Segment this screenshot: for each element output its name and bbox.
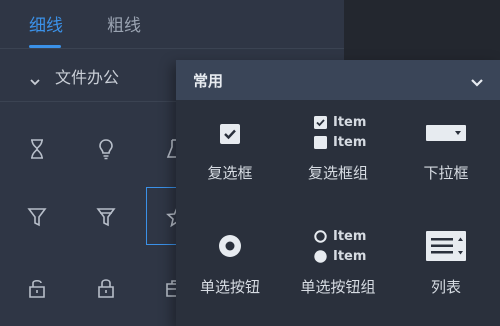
component-label: 复选框组 — [307, 164, 368, 182]
unlock-icon[interactable] — [25, 276, 49, 300]
checkbox-group-option: Item — [314, 135, 366, 150]
component-label: 下拉框 — [423, 164, 469, 182]
list-icon — [426, 231, 466, 265]
checkbox-group-icon: Item — [314, 115, 366, 130]
component-checkbox-group[interactable]: Item Item 复选框组 — [284, 100, 392, 210]
option-label: Item — [333, 229, 367, 244]
component-dropdown[interactable]: 下拉框 — [392, 100, 500, 210]
popup-header[interactable]: 常用 — [176, 60, 500, 100]
dropdown-icon — [426, 125, 466, 145]
component-list[interactable]: 列表 — [392, 210, 500, 326]
chevron-down-icon[interactable] — [470, 73, 484, 92]
common-components-popup: 常用 复选框 Item Item 复选框组 下拉框 单选按钮 Item Item… — [176, 60, 500, 326]
checkbox-icon — [220, 124, 240, 148]
component-label: 列表 — [430, 278, 461, 296]
lightbulb-icon[interactable] — [94, 137, 118, 161]
component-label: 单选按钮 — [199, 278, 260, 296]
component-checkbox[interactable]: 复选框 — [176, 100, 284, 210]
component-label: 单选按钮组 — [300, 278, 376, 296]
chevron-down-icon — [30, 71, 40, 90]
section-label: 文件办公 — [55, 68, 120, 87]
funnel-filled-icon[interactable] — [94, 205, 118, 229]
component-radio-group[interactable]: Item Item 单选按钮组 — [284, 210, 392, 326]
tab-thick-line[interactable]: 粗线 — [107, 11, 141, 36]
radio-group-icon: Item — [314, 229, 366, 244]
option-label: Item — [333, 135, 367, 150]
hourglass-icon[interactable] — [25, 137, 49, 161]
option-label: Item — [333, 249, 367, 264]
component-label: 复选框 — [207, 164, 253, 182]
radio-icon — [219, 235, 241, 261]
funnel-icon[interactable] — [25, 205, 49, 229]
popup-title: 常用 — [193, 72, 224, 90]
component-radio[interactable]: 单选按钮 — [176, 210, 284, 326]
tab-thin-line[interactable]: 细线 — [29, 11, 63, 36]
lock-icon[interactable] — [94, 276, 118, 300]
option-label: Item — [333, 115, 367, 130]
radio-group-option: Item — [314, 249, 366, 264]
